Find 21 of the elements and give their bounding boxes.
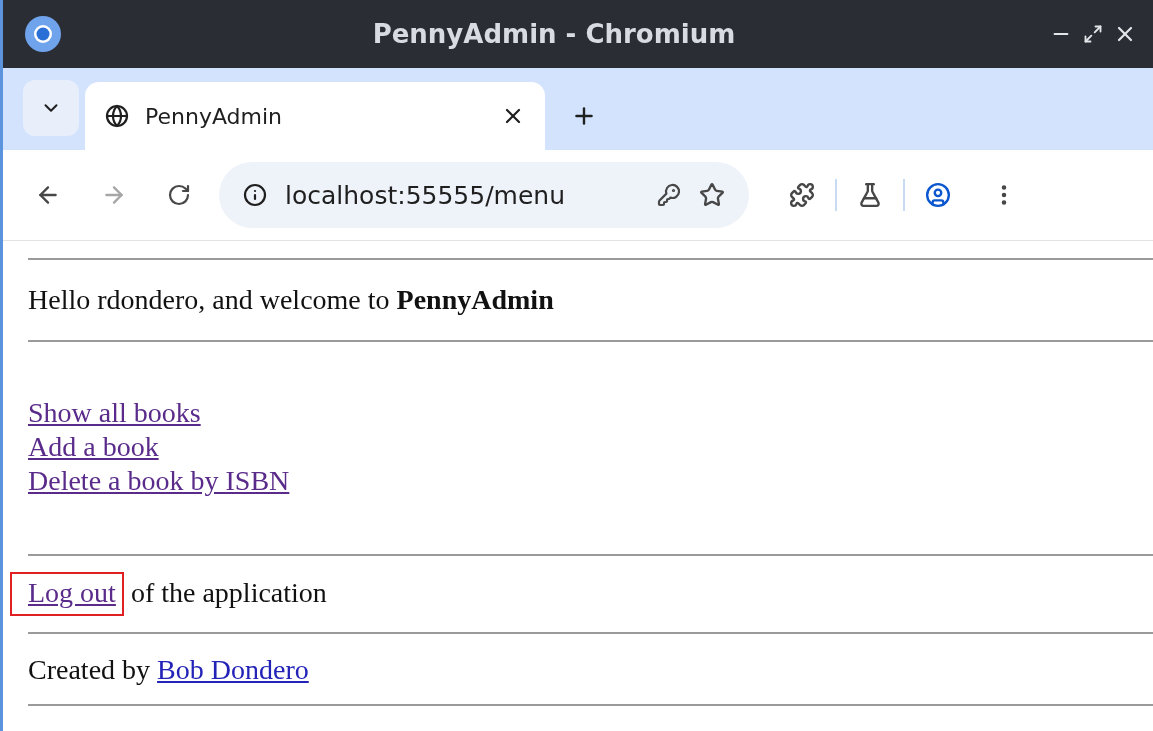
browser-tab[interactable]: PennyAdmin <box>85 82 545 150</box>
menu-link[interactable]: Delete a book by ISBN <box>28 464 290 498</box>
window-title: PennyAdmin - Chromium <box>371 19 737 49</box>
star-icon[interactable] <box>699 182 725 208</box>
profile-icon[interactable] <box>925 182 951 208</box>
logout-link[interactable]: Log out <box>10 572 124 616</box>
restore-icon[interactable] <box>1083 24 1103 44</box>
credit-text: Created by <box>28 654 151 685</box>
flask-icon[interactable] <box>857 182 883 208</box>
address-bar[interactable]: localhost:55555/menu <box>219 162 749 228</box>
logout-text: of the application <box>130 577 327 608</box>
menu-link[interactable]: Show all books <box>28 396 201 430</box>
greeting-text: Hello rdondero, and welcome to PennyAdmin <box>28 284 554 315</box>
info-icon[interactable] <box>243 183 267 207</box>
author-link[interactable]: Bob Dondero <box>157 653 309 687</box>
browser-logo-icon <box>23 14 63 54</box>
key-icon[interactable] <box>657 183 681 207</box>
puzzle-icon[interactable] <box>789 182 815 208</box>
menu-link[interactable]: Add a book <box>28 430 159 464</box>
reload-icon[interactable] <box>167 183 191 207</box>
globe-icon <box>105 104 129 128</box>
